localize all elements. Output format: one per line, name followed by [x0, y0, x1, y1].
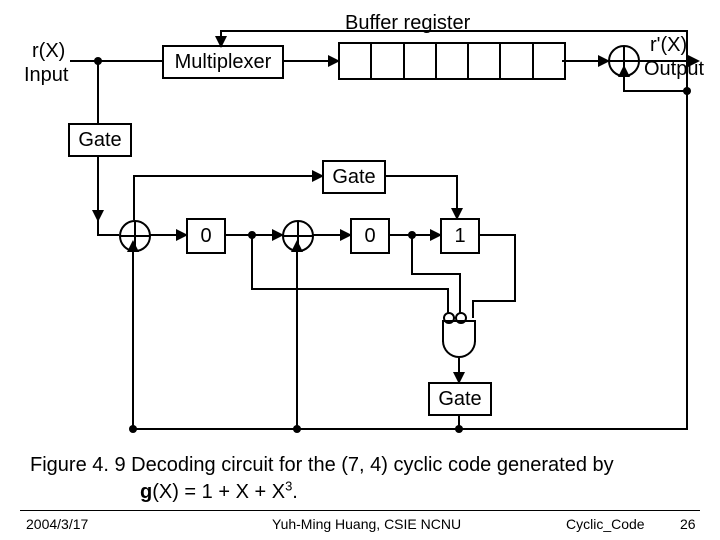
wire — [411, 273, 460, 275]
wire — [133, 175, 322, 177]
arrow-icon — [127, 240, 139, 252]
footer-divider — [20, 510, 700, 511]
caption-gx-bold: g — [140, 481, 152, 503]
footer-author: Yuh-Ming Huang, CSIE NCNU — [272, 516, 461, 532]
wire — [296, 250, 298, 430]
gate-label: Gate — [78, 129, 121, 152]
wire — [251, 235, 253, 290]
register-cell: 1 — [440, 218, 480, 254]
wire — [623, 90, 688, 92]
wire — [70, 60, 162, 62]
gate-block-bottom: Gate — [428, 382, 492, 416]
junction-dot — [129, 425, 137, 433]
wire — [132, 428, 688, 430]
wire — [384, 175, 458, 177]
caption-end: . — [292, 481, 298, 503]
caption-gx-rest: (X) = 1 + X + X — [152, 481, 285, 503]
wire — [220, 30, 688, 32]
wire — [472, 300, 516, 302]
and-gate — [442, 320, 476, 360]
wire — [97, 155, 99, 218]
wire — [623, 75, 625, 92]
footer-topic: Cyclic_Code — [566, 516, 645, 532]
gate-label: Gate — [332, 166, 375, 189]
gate-block-mid: Gate — [322, 160, 386, 194]
junction-dot — [293, 425, 301, 433]
gate-label: Gate — [438, 388, 481, 411]
multiplexer-block: Multiplexer — [162, 45, 284, 79]
register-value: 0 — [364, 225, 375, 248]
register-cell: 0 — [350, 218, 390, 254]
buffer-register — [338, 42, 566, 80]
arrow-icon — [215, 36, 227, 48]
wire — [411, 235, 413, 273]
wire — [97, 60, 99, 125]
wire — [251, 288, 447, 290]
arrow-icon — [618, 65, 630, 77]
multiplexer-label: Multiplexer — [175, 51, 272, 74]
footer-page: 26 — [680, 516, 696, 532]
rpx-label: r'(X) — [650, 34, 687, 57]
register-value: 1 — [454, 225, 465, 248]
arrow-icon — [688, 55, 700, 67]
footer-date: 2004/3/17 — [26, 516, 88, 532]
junction-dot — [455, 425, 463, 433]
wire — [472, 300, 474, 318]
wire — [133, 175, 135, 220]
arrow-icon — [451, 208, 463, 220]
caption-line1: Figure 4. 9 Decoding circuit for the (7,… — [30, 454, 614, 476]
arrow-icon — [312, 170, 324, 182]
input-label: Input — [24, 64, 68, 87]
gate-block-top: Gate — [68, 123, 132, 157]
rx-label: r(X) — [32, 40, 65, 63]
wire — [132, 250, 134, 430]
wire — [478, 234, 516, 236]
wire — [97, 234, 119, 236]
junction-dot — [683, 87, 691, 95]
wire — [514, 234, 516, 300]
register-cell: 0 — [186, 218, 226, 254]
arrow-icon — [291, 240, 303, 252]
figure-caption: Figure 4. 9 Decoding circuit for the (7,… — [30, 452, 690, 505]
register-value: 0 — [200, 225, 211, 248]
